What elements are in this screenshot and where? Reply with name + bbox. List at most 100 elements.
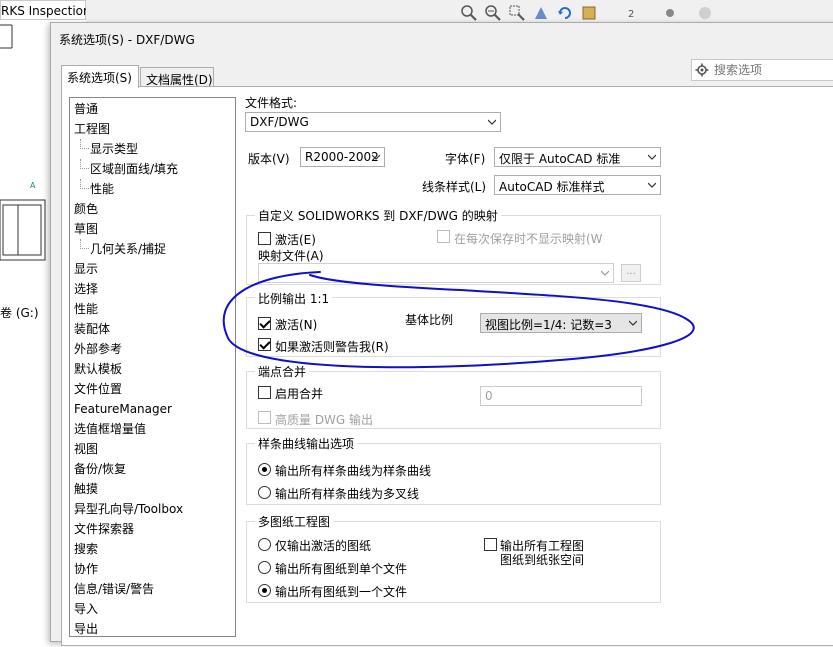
multi-sheet-group: 多图纸工程图 仅输出激活的图纸 输出所有图纸到单个文件 输出所有图纸到一个文件 … <box>246 513 661 603</box>
file-format-select[interactable]: DXF/DWG <box>245 112 501 132</box>
version-select[interactable]: R2000-2002 <box>300 147 385 167</box>
tree-item-drawings[interactable]: 工程图 <box>74 119 110 139</box>
tree-item-hole-wizard-toolbox[interactable]: 异型孔向导/Toolbox <box>74 499 183 519</box>
no-show-mapping-label: 在每次保存时不显示映射(W <box>454 232 603 246</box>
tree-item-featuremanager[interactable]: FeatureManager <box>74 399 172 419</box>
export-all-one-label: 输出所有图纸到一个文件 <box>275 585 408 599</box>
scale-output-group: 比例输出 1:1 激活(N) 基体比例 视图比例=1/4: 记数=3 如果激活则… <box>246 290 661 357</box>
tree-item-relations-snaps[interactable]: 几何关系/捕捉 <box>80 239 166 259</box>
search-input[interactable] <box>712 61 833 79</box>
mapping-group-title: 自定义 SOLIDWORKS 到 DXF/DWG 的映射 <box>255 207 501 224</box>
tree-item-spin-box-increments[interactable]: 选值框增量值 <box>74 419 146 439</box>
tree-item-file-locations[interactable]: 文件位置 <box>74 379 122 399</box>
drawing-lines: A <box>0 24 46 261</box>
system-options-dialog: 系统选项(S) - DXF/DWG 系统选项(S) 文档属性(D) 普通 工程图… <box>50 22 833 646</box>
mapping-activate-checkbox[interactable] <box>258 232 271 245</box>
scale-activate-checkbox[interactable] <box>258 317 271 330</box>
mapping-activate-label: 激活(E) <box>275 233 316 247</box>
paper-space-label-line2: 图纸到纸张空间 <box>500 553 585 567</box>
export-all-separate-label: 输出所有图纸到单个文件 <box>275 562 408 576</box>
tree-item-file-explorer[interactable]: 文件探索器 <box>74 519 134 539</box>
dialog-title: 系统选项(S) - DXF/DWG <box>59 33 195 47</box>
tree-item-performance[interactable]: 性能 <box>74 299 98 319</box>
export-active-sheet-radio[interactable] <box>258 538 271 551</box>
warn-checkbox[interactable] <box>258 338 271 351</box>
tree-item-messages-errors-warnings[interactable]: 信息/错误/警告 <box>74 579 154 599</box>
tree-item-selection[interactable]: 选择 <box>74 279 98 299</box>
tree-item-export[interactable]: 导出 <box>74 619 98 636</box>
paper-space-checkbox[interactable] <box>484 538 497 551</box>
tree-item-display-style[interactable]: 显示类型 <box>80 139 138 159</box>
scale-activate-label: 激活(N) <box>275 318 318 332</box>
chevron-down-icon <box>629 320 637 326</box>
chevron-down-icon <box>648 182 656 188</box>
enable-merge-label: 启用合并 <box>275 387 324 401</box>
enable-merge-checkbox[interactable] <box>258 386 271 399</box>
font-label: 字体(F) <box>445 152 486 166</box>
rotate-icon[interactable] <box>556 4 574 22</box>
chevron-down-icon <box>372 154 380 160</box>
tree-item-external-references[interactable]: 外部参考 <box>74 339 122 359</box>
export-all-separate-radio[interactable] <box>258 561 271 574</box>
app-title: RKS Inspection <box>1 4 91 18</box>
tree-item-touch[interactable]: 触摸 <box>74 479 98 499</box>
merge-tolerance-input[interactable]: 0 <box>480 386 642 406</box>
view-settings-icon[interactable] <box>580 4 598 22</box>
hq-dwg-label: 高质量 DWG 输出 <box>275 413 374 427</box>
appearance-icon[interactable] <box>696 4 714 22</box>
spline-output-group: 样条曲线输出选项 输出所有样条曲线为样条曲线 输出所有样条曲线为多叉线 <box>246 435 661 505</box>
tree-item-area-hatch[interactable]: 区域剖面线/填充 <box>80 159 178 179</box>
spline-as-spline-label: 输出所有样条曲线为样条曲线 <box>275 464 432 478</box>
gear-icon <box>695 63 709 77</box>
svg-text:A: A <box>30 181 36 190</box>
app-titlebar: RKS Inspection <box>0 0 91 20</box>
version-label: 版本(V) <box>248 152 290 166</box>
tree-item-drawing-performance[interactable]: 性能 <box>80 179 114 199</box>
chevron-down-icon <box>488 119 496 125</box>
hide-show-icon[interactable] <box>661 4 679 22</box>
warn-label: 如果激活则警告我(R) <box>275 340 389 354</box>
line-style-label: 线条样式(L) <box>422 180 487 194</box>
spline-output-title: 样条曲线输出选项 <box>255 435 358 452</box>
tree-item-search[interactable]: 搜索 <box>74 539 98 559</box>
options-tree[interactable]: 普通 工程图 显示类型 区域剖面线/填充 性能 颜色 草图 几何关系/捕捉 显示… <box>69 97 236 637</box>
spline-as-polyline-radio[interactable] <box>258 486 271 499</box>
spline-as-spline-radio[interactable] <box>258 463 271 476</box>
tree-item-view[interactable]: 视图 <box>74 439 98 459</box>
tree-item-display[interactable]: 显示 <box>74 259 98 279</box>
tree-item-sketch[interactable]: 草图 <box>74 219 98 239</box>
drive-label[interactable]: 卷 (G:) <box>0 304 39 321</box>
tree-item-general[interactable]: 普通 <box>74 99 98 119</box>
tree-item-collaboration[interactable]: 协作 <box>74 559 98 579</box>
browse-button[interactable]: ... <box>621 264 641 282</box>
multi-sheet-title: 多图纸工程图 <box>255 513 334 530</box>
base-scale-label: 基体比例 <box>405 313 454 327</box>
zoom-select-icon[interactable] <box>508 4 526 22</box>
file-explorer-fragment: 卷 (G:) <box>0 295 50 355</box>
chevron-down-icon <box>648 154 656 160</box>
tree-item-colors[interactable]: 颜色 <box>74 199 98 219</box>
pan-icon[interactable] <box>532 4 550 22</box>
export-all-one-radio[interactable] <box>258 584 271 597</box>
hq-dwg-checkbox[interactable] <box>258 411 271 424</box>
font-select[interactable]: 仅限于 AutoCAD 标准 <box>494 147 661 167</box>
tree-item-import[interactable]: 导入 <box>74 599 98 619</box>
map-file-label: 映射文件(A) <box>258 249 324 263</box>
zoom-icon[interactable] <box>460 4 478 22</box>
search-box[interactable] <box>691 59 833 81</box>
line-style-select[interactable]: AutoCAD 标准样式 <box>494 175 661 195</box>
view-layout-icon[interactable]: 2 <box>626 4 644 22</box>
tree-item-default-templates[interactable]: 默认模板 <box>74 359 122 379</box>
scale-output-title: 比例输出 1:1 <box>255 290 333 307</box>
map-file-select[interactable] <box>258 263 614 283</box>
export-active-sheet-label: 仅输出激活的图纸 <box>275 539 372 553</box>
tab-document-properties[interactable]: 文档属性(D) <box>140 67 214 87</box>
tree-item-assemblies[interactable]: 装配体 <box>74 319 110 339</box>
no-show-mapping-checkbox[interactable] <box>437 230 450 243</box>
svg-text:2: 2 <box>628 9 634 20</box>
tab-system-options[interactable]: 系统选项(S) <box>61 65 139 88</box>
zoom-area-icon[interactable] <box>484 4 502 22</box>
base-scale-select[interactable]: 视图比例=1/4: 记数=3 <box>480 313 642 333</box>
tree-item-backup-recover[interactable]: 备份/恢复 <box>74 459 126 479</box>
endpoint-merge-title: 端点合并 <box>255 363 310 380</box>
